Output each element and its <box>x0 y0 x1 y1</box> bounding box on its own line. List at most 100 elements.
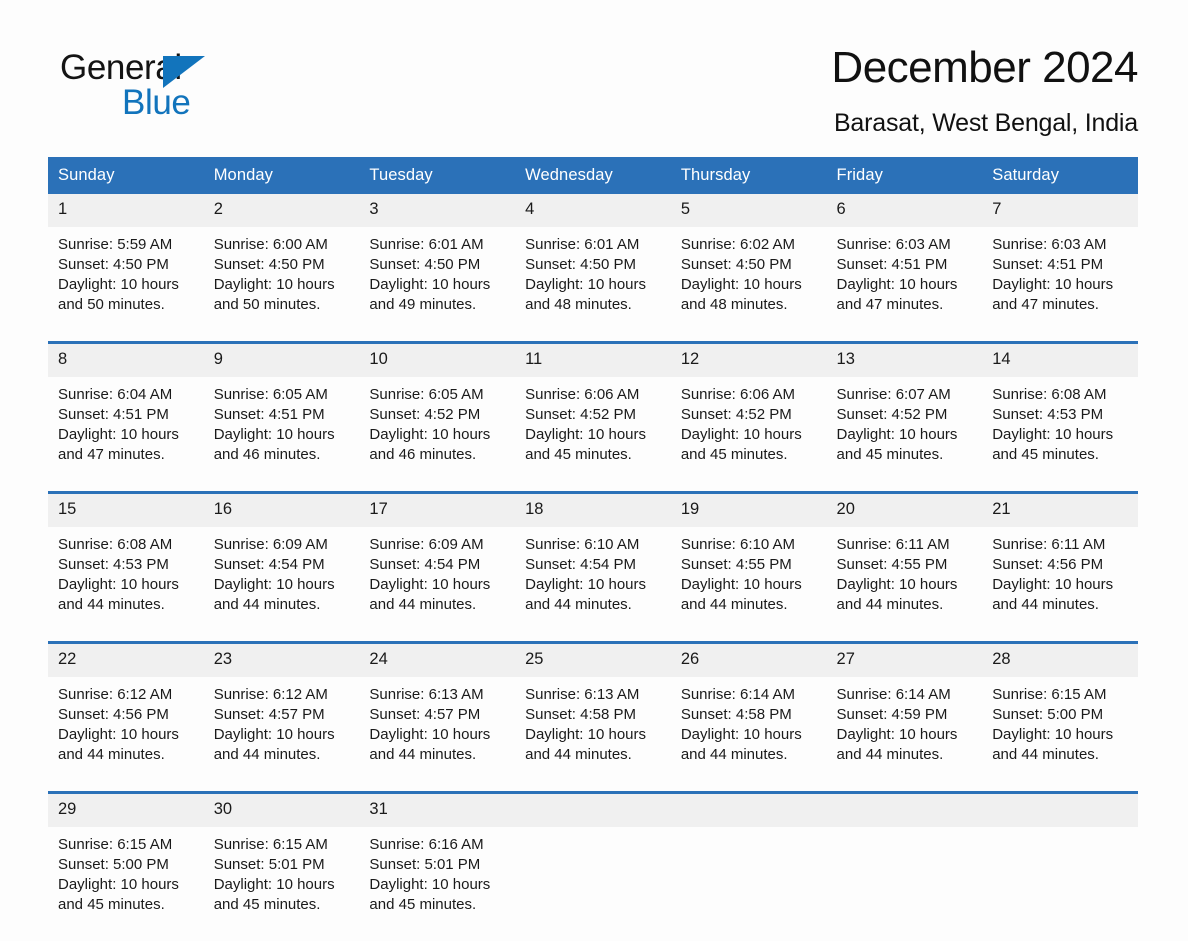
day-cell[interactable]: Sunrise: 6:15 AM Sunset: 5:01 PM Dayligh… <box>203 827 360 941</box>
day-cell[interactable]: Sunrise: 5:59 AM Sunset: 4:50 PM Dayligh… <box>48 227 204 341</box>
day-number[interactable]: 6 <box>826 194 983 227</box>
week-info-row: Sunrise: 5:59 AM Sunset: 4:50 PM Dayligh… <box>48 227 1138 341</box>
day-number[interactable]: 11 <box>515 344 671 377</box>
day-number[interactable]: 3 <box>359 194 516 227</box>
day-number[interactable]: 10 <box>359 344 516 377</box>
sunrise-text: Sunrise: 6:01 AM <box>525 236 640 253</box>
day-cell[interactable]: Sunrise: 6:00 AM Sunset: 4:50 PM Dayligh… <box>203 227 360 341</box>
day-number-empty <box>670 794 827 827</box>
daylight-text-line2: and 45 minutes. <box>58 896 165 913</box>
sunset-text: Sunset: 4:56 PM <box>992 556 1104 573</box>
day-cell[interactable]: Sunrise: 6:12 AM Sunset: 4:57 PM Dayligh… <box>203 677 360 791</box>
day-cell[interactable]: Sunrise: 6:05 AM Sunset: 4:51 PM Dayligh… <box>203 377 360 491</box>
generalblue-logo[interactable]: General Blue <box>60 48 360 140</box>
day-cell[interactable]: Sunrise: 6:02 AM Sunset: 4:50 PM Dayligh… <box>670 227 827 341</box>
day-cell[interactable]: Sunrise: 6:07 AM Sunset: 4:52 PM Dayligh… <box>826 377 983 491</box>
daylight-text-line1: Daylight: 10 hours <box>369 426 491 443</box>
sunset-text: Sunset: 4:54 PM <box>525 556 637 573</box>
day-number[interactable]: 25 <box>515 644 671 677</box>
day-number[interactable]: 9 <box>203 344 360 377</box>
day-number[interactable]: 18 <box>515 494 671 527</box>
sunset-text: Sunset: 4:51 PM <box>58 406 169 423</box>
sunset-text: Sunset: 4:52 PM <box>836 406 948 423</box>
day-number[interactable]: 5 <box>670 194 827 227</box>
day-cell[interactable]: Sunrise: 6:05 AM Sunset: 4:52 PM Dayligh… <box>359 377 516 491</box>
day-cell[interactable]: Sunrise: 6:03 AM Sunset: 4:51 PM Dayligh… <box>982 227 1138 341</box>
day-number[interactable]: 12 <box>670 344 827 377</box>
daylight-text-line2: and 44 minutes. <box>680 746 788 763</box>
day-cell[interactable]: Sunrise: 6:04 AM Sunset: 4:51 PM Dayligh… <box>48 377 204 491</box>
day-cell-empty <box>670 827 827 941</box>
day-number[interactable]: 13 <box>826 344 983 377</box>
day-number[interactable]: 1 <box>48 194 204 227</box>
sunset-text: Sunset: 4:56 PM <box>58 706 169 723</box>
sunset-text: Sunset: 4:51 PM <box>836 256 948 273</box>
sunrise-text: Sunrise: 6:14 AM <box>680 686 796 703</box>
day-number-empty <box>515 794 671 827</box>
sunrise-text: Sunrise: 6:05 AM <box>369 386 484 403</box>
day-number[interactable]: 23 <box>203 644 360 677</box>
day-cell[interactable]: Sunrise: 6:09 AM Sunset: 4:54 PM Dayligh… <box>359 527 516 641</box>
day-number[interactable]: 29 <box>48 794 204 827</box>
day-cell[interactable]: Sunrise: 6:08 AM Sunset: 4:53 PM Dayligh… <box>982 377 1138 491</box>
daylight-text-line1: Daylight: 10 hours <box>836 576 958 593</box>
sunrise-text: Sunrise: 6:01 AM <box>369 236 484 253</box>
day-cell[interactable]: Sunrise: 6:06 AM Sunset: 4:52 PM Dayligh… <box>670 377 827 491</box>
day-number[interactable]: 22 <box>48 644 204 677</box>
daylight-text-line2: and 45 minutes. <box>680 446 788 463</box>
day-number[interactable]: 19 <box>670 494 827 527</box>
day-number[interactable]: 2 <box>203 194 360 227</box>
day-number[interactable]: 8 <box>48 344 204 377</box>
day-number[interactable]: 30 <box>203 794 360 827</box>
daylight-text-line2: and 49 minutes. <box>369 296 477 313</box>
weekday-header-sunday: Sunday <box>48 157 204 194</box>
day-cell[interactable]: Sunrise: 6:14 AM Sunset: 4:59 PM Dayligh… <box>826 677 983 791</box>
day-cell[interactable]: Sunrise: 6:08 AM Sunset: 4:53 PM Dayligh… <box>48 527 204 641</box>
sunset-text: Sunset: 4:54 PM <box>369 556 481 573</box>
sunset-text: Sunset: 4:55 PM <box>680 556 792 573</box>
day-number[interactable]: 4 <box>515 194 671 227</box>
daylight-text-line1: Daylight: 10 hours <box>992 426 1114 443</box>
daylight-text-line1: Daylight: 10 hours <box>836 276 958 293</box>
sunrise-text: Sunrise: 6:07 AM <box>836 386 951 403</box>
day-cell[interactable]: Sunrise: 6:10 AM Sunset: 4:55 PM Dayligh… <box>670 527 827 641</box>
sunrise-text: Sunrise: 6:03 AM <box>992 236 1107 253</box>
daylight-text-line1: Daylight: 10 hours <box>525 426 647 443</box>
day-number[interactable]: 31 <box>359 794 516 827</box>
day-cell[interactable]: Sunrise: 6:16 AM Sunset: 5:01 PM Dayligh… <box>359 827 516 941</box>
day-cell[interactable]: Sunrise: 6:06 AM Sunset: 4:52 PM Dayligh… <box>515 377 671 491</box>
day-number[interactable]: 16 <box>203 494 360 527</box>
day-number[interactable]: 20 <box>826 494 983 527</box>
day-cell[interactable]: Sunrise: 6:09 AM Sunset: 4:54 PM Dayligh… <box>203 527 360 641</box>
daylight-text-line1: Daylight: 10 hours <box>836 426 958 443</box>
day-cell[interactable]: Sunrise: 6:01 AM Sunset: 4:50 PM Dayligh… <box>515 227 671 341</box>
day-number[interactable]: 28 <box>982 644 1138 677</box>
day-number[interactable]: 26 <box>670 644 827 677</box>
day-cell[interactable]: Sunrise: 6:03 AM Sunset: 4:51 PM Dayligh… <box>826 227 983 341</box>
day-cell[interactable]: Sunrise: 6:11 AM Sunset: 4:56 PM Dayligh… <box>982 527 1138 641</box>
day-cell[interactable]: Sunrise: 6:15 AM Sunset: 5:00 PM Dayligh… <box>48 827 204 941</box>
day-cell[interactable]: Sunrise: 6:10 AM Sunset: 4:54 PM Dayligh… <box>515 527 671 641</box>
day-number[interactable]: 17 <box>359 494 516 527</box>
day-number[interactable]: 15 <box>48 494 204 527</box>
daylight-text-line1: Daylight: 10 hours <box>992 276 1114 293</box>
day-number[interactable]: 7 <box>982 194 1138 227</box>
day-number[interactable]: 27 <box>826 644 983 677</box>
day-cell[interactable]: Sunrise: 6:13 AM Sunset: 4:57 PM Dayligh… <box>359 677 516 791</box>
day-cell-empty <box>826 827 983 941</box>
sunrise-text: Sunrise: 6:04 AM <box>58 386 173 403</box>
day-cell[interactable]: Sunrise: 6:01 AM Sunset: 4:50 PM Dayligh… <box>359 227 516 341</box>
day-number[interactable]: 21 <box>982 494 1138 527</box>
day-number[interactable]: 24 <box>359 644 516 677</box>
day-number[interactable]: 14 <box>982 344 1138 377</box>
day-cell[interactable]: Sunrise: 6:13 AM Sunset: 4:58 PM Dayligh… <box>515 677 671 791</box>
day-cell[interactable]: Sunrise: 6:14 AM Sunset: 4:58 PM Dayligh… <box>670 677 827 791</box>
sunrise-text: Sunrise: 6:08 AM <box>992 386 1107 403</box>
week-info-row: Sunrise: 6:15 AM Sunset: 5:00 PM Dayligh… <box>48 827 1138 941</box>
day-cell[interactable]: Sunrise: 6:12 AM Sunset: 4:56 PM Dayligh… <box>48 677 204 791</box>
sunrise-sunset-calendar: Sunday Monday Tuesday Wednesday Thursday… <box>48 157 1138 941</box>
day-cell[interactable]: Sunrise: 6:15 AM Sunset: 5:00 PM Dayligh… <box>982 677 1138 791</box>
sunset-text: Sunset: 5:00 PM <box>58 856 169 873</box>
day-cell[interactable]: Sunrise: 6:11 AM Sunset: 4:55 PM Dayligh… <box>826 527 983 641</box>
day-cell-empty <box>982 827 1138 941</box>
